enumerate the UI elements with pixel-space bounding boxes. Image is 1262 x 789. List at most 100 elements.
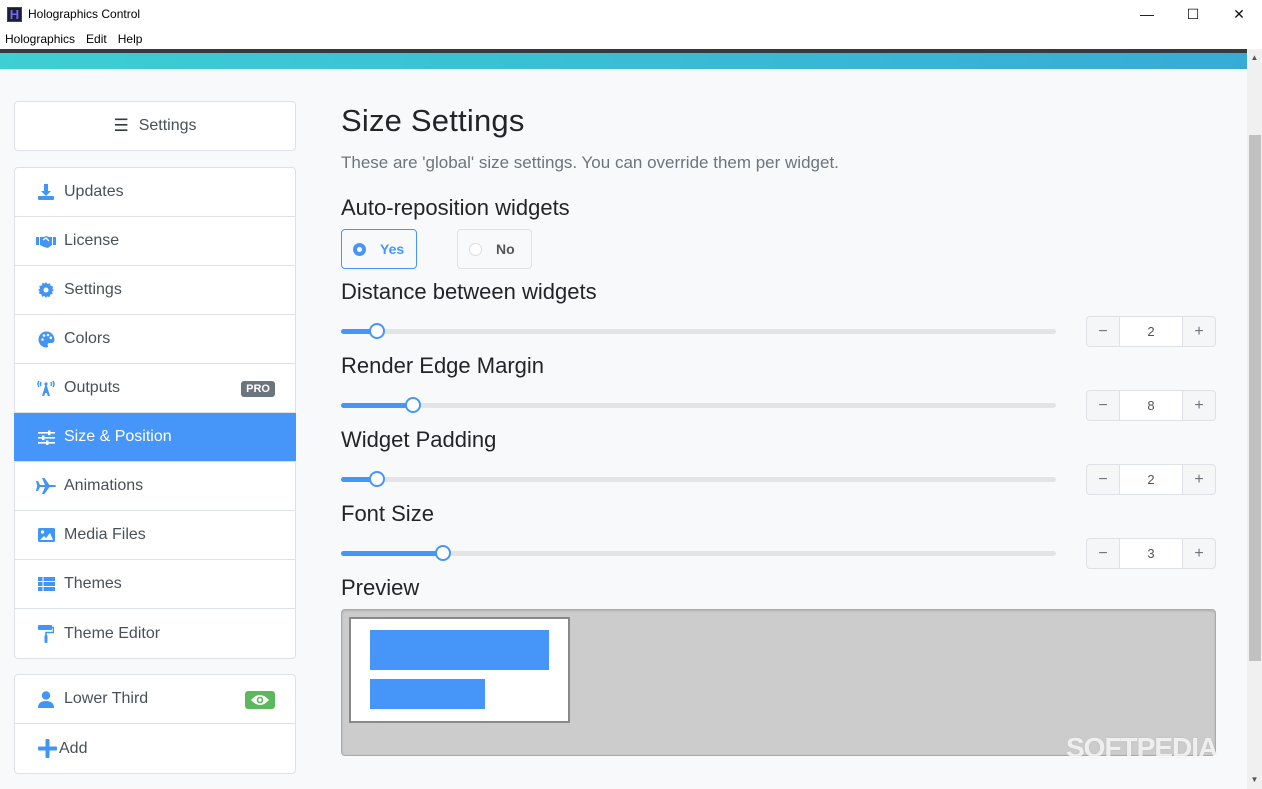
render-edge-margin-slider[interactable] [341,395,1056,415]
auto-reposition-yes[interactable]: Yes [341,229,417,269]
font-size-slider[interactable] [341,543,1056,563]
auto-reposition-label: Auto-reposition widgets [341,195,570,220]
stepper-value[interactable]: 3 [1119,539,1183,568]
header-gradient-bar [0,53,1247,69]
sidebar-nav: Updates License Settings Colors Outputs [14,167,296,659]
sidebar-item-updates[interactable]: Updates [15,168,295,217]
hamburger-icon: ☰ [113,116,129,135]
scroll-down-arrow-icon[interactable]: ▼ [1247,773,1262,787]
font-size-stepper: − 3 + [1086,538,1216,569]
palette-icon [36,329,56,349]
minimize-button[interactable]: — [1124,0,1170,28]
app-logo-icon: H [7,6,22,22]
preview-widget [349,617,570,723]
slider-fill [341,403,413,408]
content-area: ☰ Settings Updates License Settings Colo… [0,69,1247,789]
distance-between-widgets-slider[interactable] [341,321,1056,341]
image-icon [36,525,56,545]
sidebar-item-license[interactable]: License [15,217,295,266]
widget-padding-stepper: − 2 + [1086,464,1216,495]
handshake-icon [36,231,56,251]
radio-label: No [496,241,515,257]
slider-track [341,477,1056,482]
user-icon [36,689,56,709]
maximize-button[interactable]: ☐ [1170,0,1216,28]
window-controls: — ☐ ✕ [1124,0,1262,28]
sidebar-item-label: Theme Editor [64,624,161,642]
increment-button[interactable]: + [1183,391,1215,420]
sidebar-item-label: Outputs [64,379,121,396]
add-widget-label: Add [59,739,88,757]
sidebar-item-settings[interactable]: Settings [15,266,295,315]
increment-button[interactable]: + [1183,465,1215,494]
slider-fill [341,551,443,556]
widget-list: Lower Third Add [14,674,296,774]
menu-bar: Holographics Edit Help [0,28,1262,49]
menu-edit[interactable]: Edit [81,32,113,46]
font-size-label: Font Size [341,501,434,526]
preview-title-bar [370,630,549,670]
settings-header-button[interactable]: ☰ Settings [14,101,296,151]
sidebar-item-media-files[interactable]: Media Files [15,511,295,560]
stepper-value[interactable]: 2 [1119,465,1183,494]
widget-padding-label: Widget Padding [341,427,497,452]
sidebar-item-theme-editor[interactable]: Theme Editor [15,609,295,658]
visibility-toggle[interactable] [245,691,275,709]
broadcast-icon [36,378,56,398]
slider-handle[interactable] [369,471,385,487]
eye-icon [251,695,269,705]
increment-button[interactable]: + [1183,539,1215,568]
preview-label: Preview [341,575,420,600]
radio-label: Yes [380,241,405,257]
decrement-button[interactable]: − [1087,539,1119,568]
sidebar-item-outputs[interactable]: Outputs PRO [15,364,295,413]
distance-between-widgets-stepper: − 2 + [1086,316,1216,347]
slider-handle[interactable] [435,545,451,561]
gear-icon [36,280,56,300]
title-bar: H Holographics Control — ☐ ✕ [0,0,1262,28]
window-title: Holographics Control [28,7,141,21]
increment-button[interactable]: + [1183,317,1215,346]
plus-icon [37,739,57,759]
radio-unselected-icon [469,242,482,256]
paint-roller-icon [36,624,56,644]
settings-header-label: Settings [138,117,197,134]
slider-track [341,329,1056,334]
sidebar-item-label: Media Files [64,526,146,543]
add-widget-button[interactable]: Add [15,724,295,773]
sliders-icon [36,427,56,447]
sidebar-item-size-position[interactable]: Size & Position [14,413,296,462]
slider-handle[interactable] [405,397,421,413]
sidebar-item-label: Settings [64,281,122,298]
render-edge-margin-label: Render Edge Margin [341,353,545,378]
slider-handle[interactable] [369,323,385,339]
render-edge-margin-stepper: − 8 + [1086,390,1216,421]
scroll-up-arrow-icon[interactable]: ▲ [1247,51,1262,65]
sidebar-item-label: Themes [64,575,122,592]
menu-holographics[interactable]: Holographics [0,32,81,46]
page-title: Size Settings [341,103,525,138]
sidebar-item-themes[interactable]: Themes [15,560,295,609]
stepper-value[interactable]: 8 [1119,391,1183,420]
widget-padding-slider[interactable] [341,469,1056,489]
close-button[interactable]: ✕ [1216,0,1262,28]
decrement-button[interactable]: − [1087,465,1119,494]
page-subtitle: These are 'global' size settings. You ca… [341,153,839,172]
widget-item-label: Lower Third [64,690,149,707]
table-list-icon [36,574,56,594]
sidebar-item-animations[interactable]: Animations [15,462,295,511]
sidebar-item-label: Colors [64,330,111,347]
decrement-button[interactable]: − [1087,317,1119,346]
auto-reposition-no[interactable]: No [457,229,532,269]
widget-item-lower-third[interactable]: Lower Third [15,675,295,724]
slider-track [341,403,1056,408]
scroll-thumb[interactable] [1249,135,1261,661]
stepper-value[interactable]: 2 [1119,317,1183,346]
sidebar-item-colors[interactable]: Colors [15,315,295,364]
distance-between-widgets-label: Distance between widgets [341,279,597,304]
sidebar-item-label: License [64,232,120,249]
menu-help[interactable]: Help [113,32,149,46]
decrement-button[interactable]: − [1087,391,1119,420]
vertical-scrollbar[interactable]: ▲ ▼ [1247,49,1262,789]
radio-selected-icon [353,242,366,256]
